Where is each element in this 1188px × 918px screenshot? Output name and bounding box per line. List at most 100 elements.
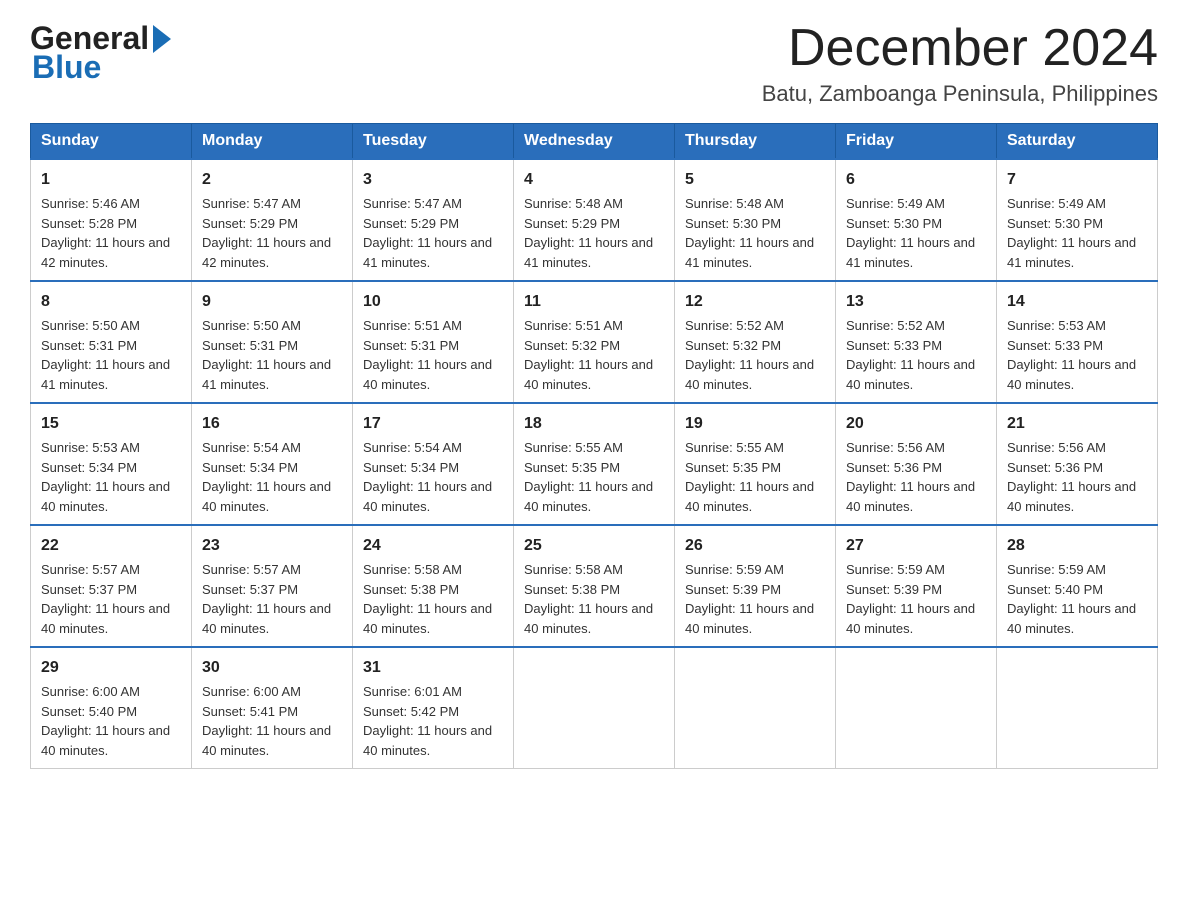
sunset-info: Sunset: 5:37 PM [202, 582, 298, 597]
calendar-day-cell: 4 Sunrise: 5:48 AM Sunset: 5:29 PM Dayli… [514, 159, 675, 281]
sunrise-info: Sunrise: 5:49 AM [846, 196, 945, 211]
sunset-info: Sunset: 5:38 PM [524, 582, 620, 597]
sunrise-info: Sunrise: 5:52 AM [846, 318, 945, 333]
logo-arrow-icon [153, 25, 171, 53]
sunset-info: Sunset: 5:33 PM [846, 338, 942, 353]
day-number: 10 [363, 290, 503, 314]
daylight-info: Daylight: 11 hours and 40 minutes. [41, 723, 170, 758]
sunset-info: Sunset: 5:30 PM [685, 216, 781, 231]
day-number: 15 [41, 412, 181, 436]
sunrise-info: Sunrise: 5:50 AM [202, 318, 301, 333]
calendar-day-cell [836, 647, 997, 769]
day-of-week-header: Wednesday [514, 124, 675, 160]
calendar-week-row: 29 Sunrise: 6:00 AM Sunset: 5:40 PM Dayl… [31, 647, 1158, 769]
daylight-info: Daylight: 11 hours and 40 minutes. [202, 723, 331, 758]
calendar-week-row: 22 Sunrise: 5:57 AM Sunset: 5:37 PM Dayl… [31, 525, 1158, 647]
sunset-info: Sunset: 5:31 PM [363, 338, 459, 353]
day-of-week-header: Sunday [31, 124, 192, 160]
sunrise-info: Sunrise: 5:55 AM [685, 440, 784, 455]
sunrise-info: Sunrise: 5:47 AM [202, 196, 301, 211]
daylight-info: Daylight: 11 hours and 40 minutes. [524, 357, 653, 392]
logo-blue: Blue [32, 49, 101, 86]
calendar-day-cell: 10 Sunrise: 5:51 AM Sunset: 5:31 PM Dayl… [353, 281, 514, 403]
day-number: 16 [202, 412, 342, 436]
sunset-info: Sunset: 5:35 PM [685, 460, 781, 475]
calendar-day-cell: 26 Sunrise: 5:59 AM Sunset: 5:39 PM Dayl… [675, 525, 836, 647]
sunset-info: Sunset: 5:37 PM [41, 582, 137, 597]
sunset-info: Sunset: 5:31 PM [202, 338, 298, 353]
sunrise-info: Sunrise: 5:57 AM [41, 562, 140, 577]
sunset-info: Sunset: 5:33 PM [1007, 338, 1103, 353]
sunset-info: Sunset: 5:30 PM [846, 216, 942, 231]
sunrise-info: Sunrise: 5:53 AM [1007, 318, 1106, 333]
calendar-day-cell: 5 Sunrise: 5:48 AM Sunset: 5:30 PM Dayli… [675, 159, 836, 281]
calendar-day-cell: 23 Sunrise: 5:57 AM Sunset: 5:37 PM Dayl… [192, 525, 353, 647]
day-number: 20 [846, 412, 986, 436]
sunrise-info: Sunrise: 5:52 AM [685, 318, 784, 333]
calendar-day-cell: 15 Sunrise: 5:53 AM Sunset: 5:34 PM Dayl… [31, 403, 192, 525]
daylight-info: Daylight: 11 hours and 40 minutes. [41, 601, 170, 636]
sunset-info: Sunset: 5:36 PM [1007, 460, 1103, 475]
sunrise-info: Sunrise: 5:46 AM [41, 196, 140, 211]
sunset-info: Sunset: 5:36 PM [846, 460, 942, 475]
day-number: 31 [363, 656, 503, 680]
daylight-info: Daylight: 11 hours and 40 minutes. [1007, 479, 1136, 514]
sunrise-info: Sunrise: 5:56 AM [1007, 440, 1106, 455]
calendar-day-cell: 3 Sunrise: 5:47 AM Sunset: 5:29 PM Dayli… [353, 159, 514, 281]
daylight-info: Daylight: 11 hours and 41 minutes. [41, 357, 170, 392]
sunset-info: Sunset: 5:42 PM [363, 704, 459, 719]
calendar-day-cell: 29 Sunrise: 6:00 AM Sunset: 5:40 PM Dayl… [31, 647, 192, 769]
calendar-day-cell: 12 Sunrise: 5:52 AM Sunset: 5:32 PM Dayl… [675, 281, 836, 403]
calendar-day-cell: 7 Sunrise: 5:49 AM Sunset: 5:30 PM Dayli… [997, 159, 1158, 281]
calendar-day-cell: 21 Sunrise: 5:56 AM Sunset: 5:36 PM Dayl… [997, 403, 1158, 525]
calendar-day-cell: 1 Sunrise: 5:46 AM Sunset: 5:28 PM Dayli… [31, 159, 192, 281]
day-number: 9 [202, 290, 342, 314]
sunrise-info: Sunrise: 5:59 AM [846, 562, 945, 577]
day-number: 5 [685, 168, 825, 192]
sunset-info: Sunset: 5:34 PM [202, 460, 298, 475]
day-number: 26 [685, 534, 825, 558]
sunrise-info: Sunrise: 5:59 AM [1007, 562, 1106, 577]
calendar-day-cell: 9 Sunrise: 5:50 AM Sunset: 5:31 PM Dayli… [192, 281, 353, 403]
daylight-info: Daylight: 11 hours and 40 minutes. [363, 479, 492, 514]
daylight-info: Daylight: 11 hours and 40 minutes. [1007, 357, 1136, 392]
day-of-week-header: Tuesday [353, 124, 514, 160]
daylight-info: Daylight: 11 hours and 41 minutes. [524, 235, 653, 270]
daylight-info: Daylight: 11 hours and 40 minutes. [685, 357, 814, 392]
calendar-day-cell: 19 Sunrise: 5:55 AM Sunset: 5:35 PM Dayl… [675, 403, 836, 525]
daylight-info: Daylight: 11 hours and 41 minutes. [202, 357, 331, 392]
calendar-day-cell: 16 Sunrise: 5:54 AM Sunset: 5:34 PM Dayl… [192, 403, 353, 525]
daylight-info: Daylight: 11 hours and 40 minutes. [685, 601, 814, 636]
sunset-info: Sunset: 5:38 PM [363, 582, 459, 597]
daylight-info: Daylight: 11 hours and 40 minutes. [524, 479, 653, 514]
sunrise-info: Sunrise: 5:54 AM [363, 440, 462, 455]
location-title: Batu, Zamboanga Peninsula, Philippines [762, 81, 1158, 107]
day-number: 13 [846, 290, 986, 314]
month-title: December 2024 [762, 20, 1158, 77]
calendar-day-cell [675, 647, 836, 769]
day-number: 8 [41, 290, 181, 314]
calendar-week-row: 15 Sunrise: 5:53 AM Sunset: 5:34 PM Dayl… [31, 403, 1158, 525]
daylight-info: Daylight: 11 hours and 40 minutes. [846, 479, 975, 514]
calendar-table: SundayMondayTuesdayWednesdayThursdayFrid… [30, 123, 1158, 769]
day-number: 25 [524, 534, 664, 558]
daylight-info: Daylight: 11 hours and 40 minutes. [363, 357, 492, 392]
day-number: 21 [1007, 412, 1147, 436]
calendar-day-cell: 14 Sunrise: 5:53 AM Sunset: 5:33 PM Dayl… [997, 281, 1158, 403]
page-header: General Blue December 2024 Batu, Zamboan… [30, 20, 1158, 107]
calendar-day-cell [997, 647, 1158, 769]
calendar-header-row: SundayMondayTuesdayWednesdayThursdayFrid… [31, 124, 1158, 160]
sunset-info: Sunset: 5:35 PM [524, 460, 620, 475]
sunrise-info: Sunrise: 5:59 AM [685, 562, 784, 577]
sunrise-info: Sunrise: 6:01 AM [363, 684, 462, 699]
sunrise-info: Sunrise: 5:48 AM [524, 196, 623, 211]
daylight-info: Daylight: 11 hours and 41 minutes. [363, 235, 492, 270]
sunrise-info: Sunrise: 5:51 AM [524, 318, 623, 333]
sunrise-info: Sunrise: 5:50 AM [41, 318, 140, 333]
daylight-info: Daylight: 11 hours and 41 minutes. [846, 235, 975, 270]
day-number: 29 [41, 656, 181, 680]
sunrise-info: Sunrise: 5:48 AM [685, 196, 784, 211]
daylight-info: Daylight: 11 hours and 40 minutes. [41, 479, 170, 514]
sunset-info: Sunset: 5:39 PM [685, 582, 781, 597]
calendar-day-cell: 18 Sunrise: 5:55 AM Sunset: 5:35 PM Dayl… [514, 403, 675, 525]
